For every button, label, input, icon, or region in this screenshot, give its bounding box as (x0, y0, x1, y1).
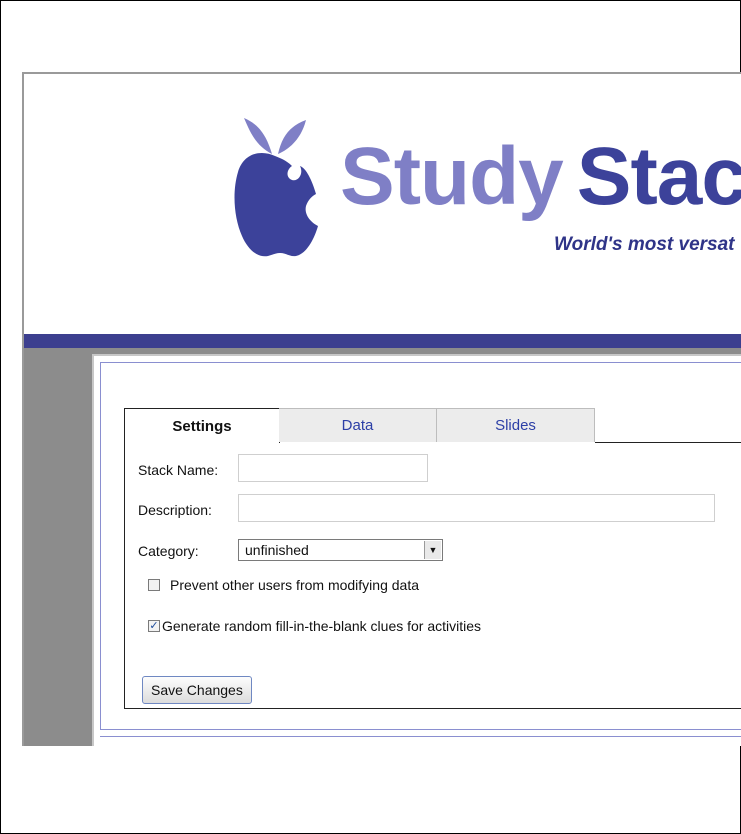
brand-wordmark[interactable]: StudyStack (340, 136, 741, 218)
header-bar (24, 334, 741, 348)
brand-tagline: World's most versat (554, 234, 735, 255)
apple-logo-icon (234, 118, 318, 257)
tab-settings[interactable]: Settings (124, 408, 280, 443)
description-input[interactable] (238, 494, 715, 522)
tab-strip-rule (595, 442, 741, 443)
checkmark-icon: ✓ (149, 620, 159, 632)
stack-name-input[interactable] (238, 454, 428, 482)
screenshot-window: StudyStack World's most versat Settings … (22, 72, 741, 746)
description-label: Description: (138, 502, 212, 518)
panel-border (100, 736, 741, 737)
prevent-modify-label: Prevent other users from modifying data (170, 577, 420, 593)
category-label: Category: (138, 543, 199, 559)
category-select[interactable]: unfinished ▼ (238, 539, 443, 561)
category-selected-value: unfinished (245, 542, 309, 558)
panel-border (100, 729, 741, 730)
tab-label: Data (341, 417, 374, 434)
panel-border (100, 362, 741, 363)
prevent-modify-checkbox[interactable] (148, 579, 160, 591)
generate-clues-label: Generate random fill-in-the-blank clues … (162, 618, 482, 634)
tab-label: Slides (495, 417, 536, 434)
tab-data[interactable]: Data (279, 408, 437, 442)
site-header: StudyStack World's most versat (24, 74, 741, 332)
brand-word-study: Study (340, 131, 564, 222)
save-changes-button[interactable]: Save Changes (142, 676, 252, 704)
stack-name-label: Stack Name: (138, 462, 219, 478)
chevron-down-icon[interactable]: ▼ (424, 541, 441, 559)
tab-slides[interactable]: Slides (437, 408, 595, 442)
brand-word-stack: Stack (576, 131, 741, 222)
tab-label: Settings (172, 417, 232, 435)
panel-border (100, 362, 101, 730)
generate-clues-checkbox[interactable]: ✓ (148, 620, 160, 632)
